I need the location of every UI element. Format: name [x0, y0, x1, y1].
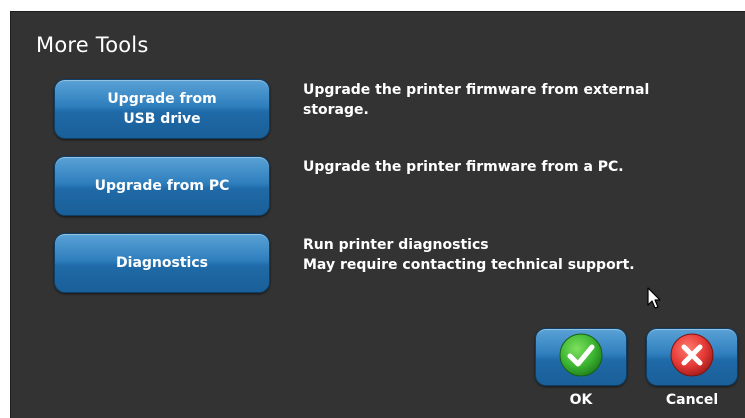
cancel-button[interactable]: [646, 328, 738, 386]
page-title: More Tools: [36, 33, 149, 57]
cancel-label: Cancel: [665, 392, 719, 408]
upgrade-from-pc-description: Upgrade the printer firmware from a PC.: [303, 159, 624, 175]
upgrade-from-usb-button[interactable]: Upgrade from USB drive: [54, 79, 270, 139]
check-circle-icon: [558, 332, 604, 382]
ok-label: OK: [569, 392, 593, 408]
x-circle-icon: [669, 332, 715, 382]
diagnostics-description: Run printer diagnostics May require cont…: [303, 237, 635, 273]
mouse-pointer-icon: [647, 287, 663, 315]
ok-button[interactable]: [535, 328, 627, 386]
more-tools-screen: More Tools Upgrade from USB drive Upgrad…: [10, 11, 745, 418]
upgrade-from-usb-description: Upgrade the printer firmware from extern…: [303, 82, 650, 118]
upgrade-from-pc-button[interactable]: Upgrade from PC: [54, 156, 270, 216]
diagnostics-button[interactable]: Diagnostics: [54, 233, 270, 293]
